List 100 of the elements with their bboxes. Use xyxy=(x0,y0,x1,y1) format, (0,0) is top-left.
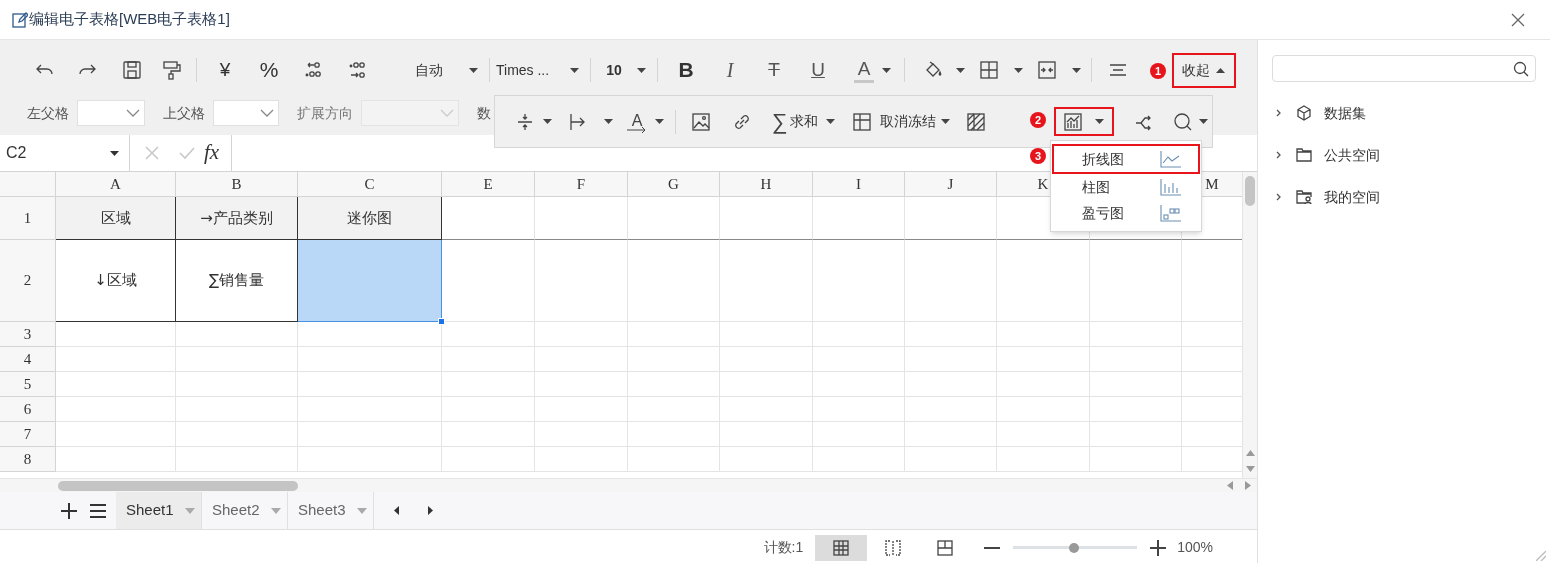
grid-cell[interactable] xyxy=(1090,447,1182,472)
scroll-up-icon[interactable] xyxy=(1245,450,1255,456)
column-header[interactable]: B xyxy=(176,172,298,197)
increase-decimal-icon[interactable] xyxy=(304,60,322,80)
grid-cell[interactable] xyxy=(813,240,905,322)
decrease-decimal-icon[interactable] xyxy=(348,60,366,80)
font-size-dropdown[interactable]: 10 xyxy=(597,55,631,85)
scroll-right-icon[interactable] xyxy=(1245,481,1251,490)
caret-icon[interactable] xyxy=(1199,119,1209,124)
caret-icon[interactable] xyxy=(1071,67,1081,73)
merge-cells-icon[interactable] xyxy=(1037,60,1057,80)
caret-icon[interactable] xyxy=(1013,67,1023,73)
scroll-thumb[interactable] xyxy=(58,480,298,491)
caret-icon[interactable] xyxy=(569,67,579,73)
grid-cell[interactable] xyxy=(176,372,298,397)
select-all-corner[interactable] xyxy=(0,172,56,197)
column-width-icon[interactable] xyxy=(568,111,586,132)
select-field[interactable] xyxy=(213,100,279,126)
grid-cell[interactable] xyxy=(997,240,1090,322)
grid-cell[interactable] xyxy=(56,422,176,447)
grid-cell[interactable] xyxy=(176,422,298,447)
grid-cell[interactable] xyxy=(176,322,298,347)
grid-cell[interactable] xyxy=(905,372,997,397)
italic-button[interactable]: I xyxy=(708,55,752,85)
confirm-icon[interactable] xyxy=(179,145,195,161)
sheet-tab[interactable]: Sheet1 xyxy=(116,492,202,529)
resize-grip-icon[interactable] xyxy=(1536,551,1546,561)
grid-cell[interactable] xyxy=(176,347,298,372)
grid-cell[interactable] xyxy=(813,397,905,422)
grid-cell[interactable] xyxy=(56,397,176,422)
grid-cell[interactable] xyxy=(535,197,628,240)
grid-cell[interactable] xyxy=(176,447,298,472)
grid-cell[interactable] xyxy=(442,197,535,240)
tree-item[interactable]: 我的空间 xyxy=(1272,186,1536,208)
font-family-dropdown[interactable]: Times ... xyxy=(496,55,564,85)
chevron-icon[interactable] xyxy=(1275,151,1283,159)
grid-cell[interactable] xyxy=(905,347,997,372)
slider-thumb[interactable] xyxy=(1068,542,1079,553)
caret-icon[interactable] xyxy=(603,119,613,124)
column-header[interactable]: G xyxy=(628,172,720,197)
grid-cell[interactable] xyxy=(813,422,905,447)
zoom-in-icon[interactable] xyxy=(1150,539,1167,556)
grid-cell[interactable] xyxy=(1090,397,1182,422)
grid-cell[interactable] xyxy=(535,447,628,472)
number-format-dropdown[interactable]: 自动 xyxy=(379,55,463,85)
menu-item[interactable]: 折线图 xyxy=(1054,146,1198,172)
function-button[interactable]: fx xyxy=(204,137,231,169)
grid-cell[interactable] xyxy=(628,372,720,397)
grid-cell[interactable] xyxy=(720,322,813,347)
grid-cell[interactable] xyxy=(720,397,813,422)
caret-icon[interactable] xyxy=(1095,119,1105,124)
caret-icon[interactable] xyxy=(654,119,664,124)
grid-cell[interactable] xyxy=(720,422,813,447)
grid-cell[interactable] xyxy=(56,447,176,472)
row-header[interactable]: 3 xyxy=(0,322,56,347)
grid-cell[interactable] xyxy=(997,397,1090,422)
grid-cell[interactable] xyxy=(442,397,535,422)
grid-cell[interactable] xyxy=(905,397,997,422)
grid-cell[interactable] xyxy=(720,197,813,240)
grid-cell[interactable] xyxy=(720,372,813,397)
caret-icon[interactable] xyxy=(468,67,478,73)
grid-cell[interactable] xyxy=(56,372,176,397)
grid-cell[interactable] xyxy=(298,397,442,422)
freeze-panes-icon[interactable] xyxy=(851,111,872,132)
table-cell[interactable]: 区域 xyxy=(56,197,176,240)
grid-cell[interactable] xyxy=(1090,240,1182,322)
sum-button[interactable]: ∑求和 xyxy=(772,106,818,137)
font-color-button[interactable]: A xyxy=(854,57,874,83)
grid-cell[interactable] xyxy=(442,447,535,472)
chevron-icon[interactable] xyxy=(1275,193,1283,201)
row-header[interactable]: 5 xyxy=(0,372,56,397)
zoom-slider[interactable] xyxy=(1013,541,1138,554)
scroll-left-icon[interactable] xyxy=(1227,481,1233,490)
grid-cell[interactable] xyxy=(442,372,535,397)
grid-cell[interactable] xyxy=(298,322,442,347)
grid-cell[interactable] xyxy=(997,347,1090,372)
grid-cell[interactable] xyxy=(905,240,997,322)
caret-icon[interactable] xyxy=(955,67,965,73)
text-direction-button[interactable]: A xyxy=(625,106,649,137)
chart-icon[interactable] xyxy=(1062,111,1083,132)
bold-button[interactable]: B xyxy=(664,55,708,85)
row-header[interactable]: 2 xyxy=(0,240,56,322)
borders-icon[interactable] xyxy=(979,60,999,80)
grid-cell[interactable] xyxy=(298,422,442,447)
grid-cell[interactable] xyxy=(905,422,997,447)
grid-cell[interactable] xyxy=(442,422,535,447)
grid-cell[interactable] xyxy=(1090,347,1182,372)
grid-cell[interactable] xyxy=(997,322,1090,347)
column-header[interactable]: A xyxy=(56,172,176,197)
search-field[interactable] xyxy=(1272,55,1536,82)
currency-button[interactable]: ¥ xyxy=(203,55,247,85)
grid-cell[interactable] xyxy=(813,447,905,472)
grid-cell[interactable] xyxy=(176,397,298,422)
grid-cell[interactable] xyxy=(442,322,535,347)
table-cell[interactable]: →产品类别 xyxy=(176,197,298,240)
selected-cell[interactable] xyxy=(298,240,442,322)
grid-cell[interactable] xyxy=(535,372,628,397)
collapse-button[interactable]: 收起 xyxy=(1176,55,1231,85)
row-header[interactable]: 8 xyxy=(0,447,56,472)
grid-cell[interactable] xyxy=(628,240,720,322)
